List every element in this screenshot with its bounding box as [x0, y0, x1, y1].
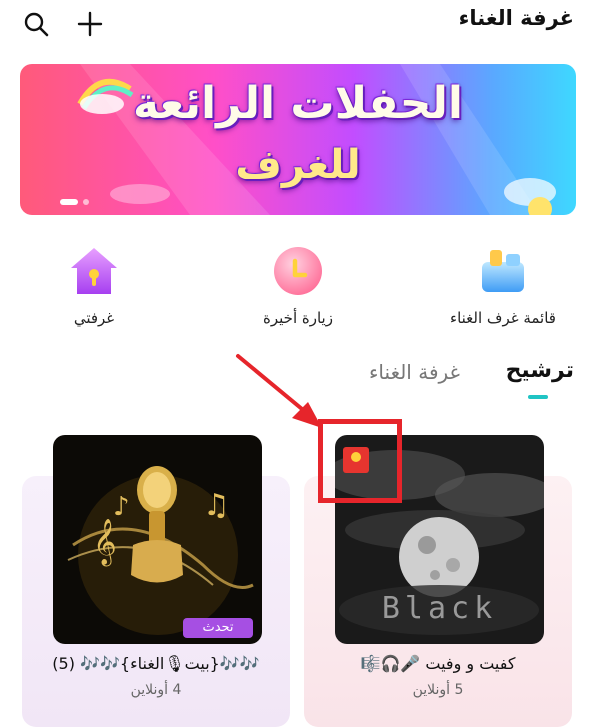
search-icon[interactable]: [22, 10, 50, 38]
clock-icon: [274, 247, 322, 295]
room-online-count: 4 أونلاين: [130, 682, 182, 698]
home-icon: [71, 248, 117, 294]
page-title: غرفة الغناء: [458, 6, 574, 30]
room-online-count: 5 أونلاين: [412, 682, 464, 698]
room-thumbnail[interactable]: 𝄞 ♫ ♪ تحدث: [53, 435, 262, 644]
tab-active-indicator: [528, 395, 548, 399]
promo-banner[interactable]: الحفلات الرائعة للغرف: [20, 64, 576, 215]
svg-text:♪: ♪: [113, 492, 130, 522]
shortcut-my-room[interactable]: غرفتي: [14, 244, 174, 334]
plus-icon[interactable]: [76, 10, 104, 38]
room-title[interactable]: كفيت و وفيت 🎤🎧🎼: [304, 654, 572, 673]
shortcut-label: قائمة غرف الغناء: [450, 309, 556, 327]
thumbnail-caption: Black: [381, 591, 498, 626]
shortcut-label: زيارة أخيرة: [263, 309, 333, 327]
shortcut-recent-visit[interactable]: زيارة أخيرة: [218, 244, 378, 334]
golden-microphone-image: 𝄞 ♫ ♪: [53, 435, 262, 644]
banner-subheadline: للغرف: [235, 142, 361, 188]
banner-pagination: [60, 199, 89, 205]
pagination-dot: [83, 199, 89, 205]
svg-text:𝄞: 𝄞: [93, 519, 117, 567]
svg-text:♫: ♫: [203, 488, 230, 523]
banner-headline: الحفلات الرائعة: [132, 78, 464, 129]
annotation-arrow-icon: [236, 354, 322, 428]
tab-singing-room[interactable]: غرفة الغناء: [369, 360, 460, 384]
pagination-dot-active: [60, 199, 78, 205]
shortcut-rooms-list[interactable]: قائمة غرف الغناء: [423, 244, 583, 334]
room-title[interactable]: 🎶🎶{بيت🎙الغناء}🎶🎶 (5): [22, 654, 290, 673]
building-icon: [482, 250, 524, 292]
shortcut-label: غرفتي: [73, 309, 115, 327]
top-bar: غرفة الغناء: [0, 0, 596, 50]
tab-recommend[interactable]: ترشيح: [506, 358, 574, 383]
talk-badge: تحدث: [183, 618, 253, 638]
